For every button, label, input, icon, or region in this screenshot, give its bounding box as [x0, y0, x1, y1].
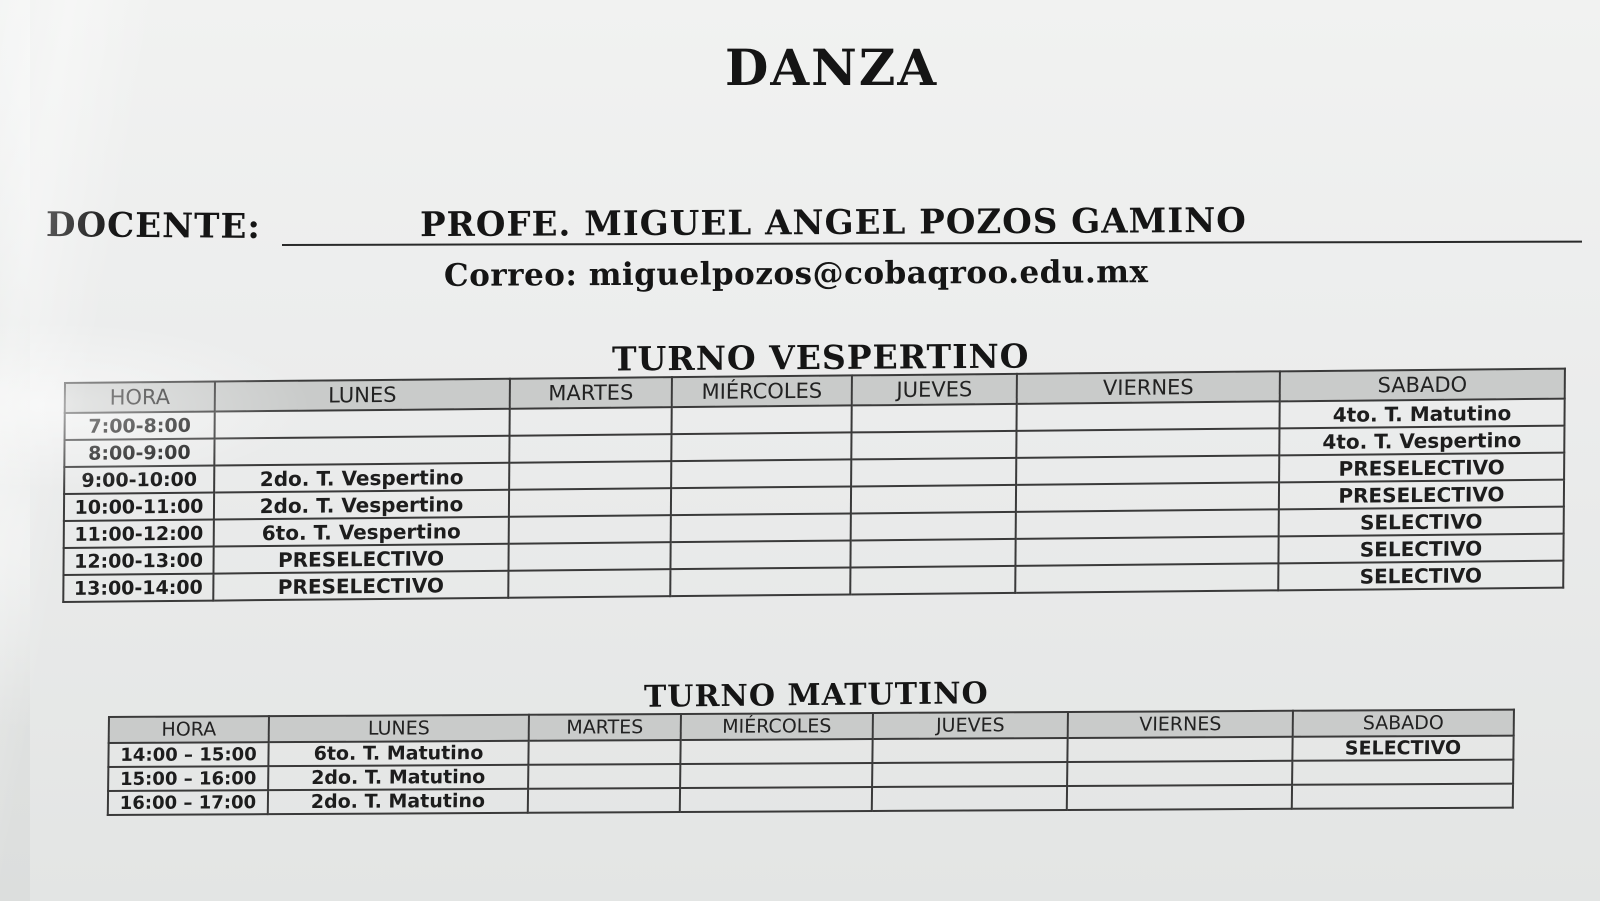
- viernes-cell: [1015, 509, 1279, 539]
- jueves-cell: [851, 430, 1017, 460]
- miercoles-cell: [670, 540, 851, 570]
- hora-cell: 14:00 – 15:00: [108, 742, 269, 767]
- lunes-cell: [214, 408, 510, 439]
- miercoles-cell: [670, 486, 852, 516]
- miercoles-cell: [671, 459, 852, 489]
- header-hora: HORA: [108, 716, 269, 743]
- miercoles-cell: [671, 405, 852, 435]
- martes-cell: [527, 788, 681, 813]
- header-sabado: SABADO: [1292, 709, 1514, 737]
- sabado-cell: [1291, 783, 1514, 809]
- sabado-cell: SELECTIVO: [1278, 560, 1564, 591]
- sabado-cell: PRESELECTIVO: [1279, 452, 1565, 483]
- viernes-cell: [1016, 428, 1280, 458]
- hora-cell: 8:00-9:00: [64, 438, 215, 468]
- jueves-cell: [850, 565, 1016, 595]
- martes-cell: [509, 434, 672, 463]
- jueves-cell: [851, 457, 1017, 487]
- header-viernes: VIERNES: [1016, 371, 1280, 404]
- header-jueves: JUEVES: [851, 373, 1017, 406]
- viernes-cell: [1066, 784, 1293, 810]
- lunes-cell: [214, 435, 510, 466]
- header-sabado: SABADO: [1279, 368, 1565, 402]
- hora-cell: 16:00 – 17:00: [107, 790, 269, 816]
- page-title: DANZA: [725, 38, 939, 97]
- viernes-cell: [1015, 482, 1280, 512]
- header-martes: MARTES: [509, 377, 672, 409]
- jueves-cell: [872, 737, 1068, 763]
- lunes-cell: 2do. T. Vespertino: [213, 489, 510, 520]
- header-miercoles: MIÉRCOLES: [671, 375, 852, 408]
- lunes-cell: PRESELECTIVO: [213, 570, 509, 601]
- martes-cell: [509, 461, 672, 490]
- sabado-cell: SELECTIVO: [1278, 506, 1564, 537]
- docente-label: DOCENTE:: [45, 205, 262, 247]
- matutino-heading: TURNO MATUTINO: [643, 676, 989, 715]
- lunes-cell: 6to. T. Vespertino: [213, 516, 509, 547]
- sabado-cell: 4to. T. Vespertino: [1279, 425, 1565, 456]
- miercoles-cell: [670, 513, 851, 543]
- lunes-cell: PRESELECTIVO: [213, 543, 509, 574]
- jueves-cell: [850, 511, 1016, 541]
- lunes-cell: 2do. T. Vespertino: [214, 462, 510, 493]
- jueves-cell: [850, 538, 1016, 568]
- header-viernes: VIERNES: [1067, 710, 1293, 738]
- hora-cell: 15:00 – 16:00: [108, 766, 269, 792]
- martes-cell: [508, 542, 671, 571]
- jueves-cell: [850, 484, 1017, 514]
- viernes-cell: [1016, 401, 1280, 431]
- viernes-cell: [1067, 760, 1293, 786]
- miercoles-cell: [680, 738, 873, 765]
- lunes-cell: 6to. T. Matutino: [268, 740, 529, 767]
- viernes-cell: [1067, 736, 1293, 762]
- sabado-cell: 4to. T. Matutino: [1279, 398, 1565, 429]
- header-lunes: LUNES: [214, 378, 510, 412]
- martes-cell: [528, 764, 681, 789]
- sabado-cell: SELECTIVO: [1292, 735, 1514, 761]
- header-jueves: JUEVES: [872, 711, 1068, 739]
- vespertino-table: HORA LUNES MARTES MIÉRCOLES JUEVES VIERN…: [62, 368, 1566, 603]
- lunes-cell: 2do. T. Matutino: [267, 788, 529, 815]
- martes-cell: [508, 488, 672, 517]
- jueves-cell: [851, 403, 1017, 433]
- hora-cell: 11:00-12:00: [63, 519, 214, 549]
- photo-scene: DANZA DOCENTE: PROFE. MIGUEL ANGEL POZOS…: [0, 0, 1600, 901]
- miercoles-cell: [679, 787, 873, 813]
- lunes-cell: 2do. T. Matutino: [268, 764, 529, 791]
- header-miercoles: MIÉRCOLES: [680, 712, 873, 741]
- docente-name: PROFE. MIGUEL ANGEL POZOS GAMINO: [419, 200, 1247, 246]
- header-lunes: LUNES: [268, 714, 529, 743]
- hora-cell: 12:00-13:00: [63, 546, 214, 576]
- miercoles-cell: [680, 762, 873, 789]
- vespertino-heading: TURNO VESPERTINO: [611, 336, 1030, 379]
- sabado-cell: SELECTIVO: [1278, 533, 1564, 564]
- matutino-table: HORA LUNES MARTES MIÉRCOLES JUEVES VIERN…: [107, 709, 1515, 816]
- sabado-cell: [1292, 759, 1514, 785]
- hora-cell: 13:00-14:00: [63, 573, 214, 603]
- header-martes: MARTES: [528, 713, 681, 741]
- martes-cell: [528, 740, 681, 765]
- hora-cell: 10:00-11:00: [63, 492, 215, 522]
- martes-cell: [509, 407, 672, 436]
- martes-cell: [508, 569, 671, 598]
- miercoles-cell: [670, 567, 851, 597]
- viernes-cell: [1015, 563, 1279, 593]
- header-hora: HORA: [64, 381, 215, 413]
- hora-cell: 9:00-10:00: [64, 465, 215, 495]
- jueves-cell: [872, 761, 1068, 788]
- jueves-cell: [871, 785, 1068, 812]
- email-line: Correo: miguelpozos@cobaqroo.edu.mx: [443, 254, 1149, 294]
- hora-cell: 7:00-8:00: [64, 411, 215, 440]
- viernes-cell: [1016, 455, 1280, 485]
- viernes-cell: [1015, 536, 1279, 566]
- sabado-cell: PRESELECTIVO: [1278, 479, 1565, 510]
- martes-cell: [508, 515, 671, 544]
- miercoles-cell: [671, 432, 852, 462]
